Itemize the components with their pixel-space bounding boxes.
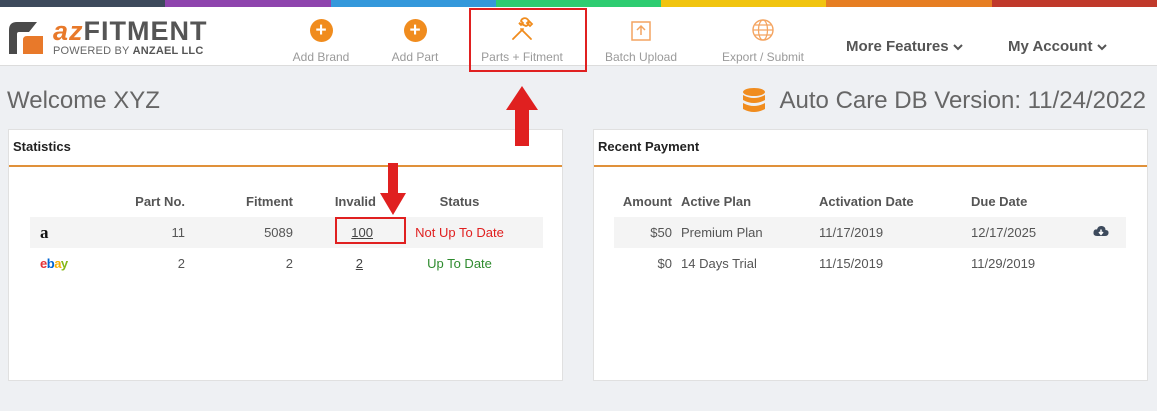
- plan-cell: Premium Plan: [672, 217, 810, 248]
- table-header-row: Part No. Fitment Invalid Status: [30, 185, 543, 217]
- fitment-cell: 2: [285, 256, 293, 271]
- chevron-down-icon: [953, 44, 963, 51]
- part-no-cell: 11: [90, 217, 185, 248]
- chevron-down-icon: [1096, 44, 1107, 51]
- color-segment: [661, 0, 827, 7]
- color-segment: [0, 0, 166, 7]
- amount-cell: $50: [614, 217, 672, 248]
- db-version-label: Auto Care DB Version: 11/24/2022: [779, 87, 1146, 114]
- amazon-logo-icon: a: [40, 222, 49, 242]
- nav-label: Add Brand: [292, 50, 350, 64]
- status-cell: Up To Date: [427, 256, 492, 271]
- table-row: $0 14 Days Trial 11/15/2019 11/29/2019: [614, 248, 1126, 279]
- recent-payment-panel: Recent Payment Amount Active Plan Activa…: [593, 129, 1148, 381]
- highlight-box-invalid: [335, 217, 406, 244]
- menu-label: My Account: [1008, 38, 1093, 55]
- col-header: Amount: [622, 193, 672, 209]
- panel-title: Recent Payment: [594, 130, 1147, 167]
- col-header: Due Date: [971, 193, 1028, 209]
- color-segment: [330, 0, 496, 7]
- db-version: Auto Care DB Version: 11/24/2022: [742, 87, 1146, 115]
- table-row: a 11 5089 100 Not Up To Date: [30, 217, 543, 248]
- color-segment: [826, 0, 992, 7]
- activation-cell: 11/15/2019: [819, 256, 884, 271]
- menu-label: More Features: [846, 38, 949, 55]
- menu-my-account[interactable]: My Account: [1008, 38, 1107, 55]
- welcome-text: Welcome XYZ: [7, 87, 160, 114]
- ebay-logo-icon: ebay: [40, 256, 68, 271]
- globe-icon: [752, 19, 774, 41]
- annotation-arrow-down-icon: [380, 163, 406, 215]
- nav-add-brand[interactable]: + Add Brand: [290, 16, 352, 66]
- col-header: Invalid: [334, 193, 376, 209]
- table-row: $50 Premium Plan 11/17/2019 12/17/2025: [614, 217, 1126, 248]
- logo-wordmark: azFITMENT: [53, 16, 208, 46]
- nav-add-part[interactable]: + Add Part: [387, 16, 443, 66]
- table-header-row: Amount Active Plan Activation Date Due D…: [614, 185, 1126, 217]
- logo[interactable]: azFITMENT POWERED BY ANZAEL LLC: [7, 16, 217, 60]
- menu-more-features[interactable]: More Features: [846, 38, 963, 55]
- top-color-bar: [0, 0, 1157, 7]
- fitment-cell: 5089: [185, 217, 293, 248]
- statistics-table: Part No. Fitment Invalid Status a 11 508…: [30, 185, 543, 279]
- plus-circle-icon: +: [309, 18, 333, 42]
- highlight-box-parts-fitment: [469, 8, 587, 72]
- plan-cell: 14 Days Trial: [681, 256, 757, 271]
- database-icon: [742, 88, 765, 112]
- activation-cell: 11/17/2019: [810, 217, 971, 248]
- due-cell: 11/29/2019: [971, 256, 1036, 271]
- due-cell: 12/17/2025: [971, 217, 1076, 248]
- part-no-cell: 2: [177, 256, 185, 271]
- annotation-arrow-up-icon: [506, 86, 538, 146]
- payment-table: Amount Active Plan Activation Date Due D…: [614, 185, 1126, 279]
- col-header: Activation Date: [819, 193, 914, 209]
- nav-label: Export / Submit: [721, 50, 805, 64]
- logo-mark-icon: [9, 22, 43, 54]
- upload-icon: [631, 21, 651, 41]
- nav-batch-upload[interactable]: Batch Upload: [601, 16, 681, 66]
- invalid-link[interactable]: 2: [356, 256, 363, 271]
- nav-label: Add Part: [391, 50, 439, 64]
- table-row: ebay 2 2 2 Up To Date: [30, 248, 543, 279]
- nav-label: Batch Upload: [604, 50, 678, 64]
- col-header: Active Plan: [681, 193, 752, 209]
- nav-export-submit[interactable]: Export / Submit: [715, 16, 811, 66]
- plus-circle-icon: +: [403, 18, 427, 42]
- statistics-panel: Statistics Part No. Fitment Invalid Stat…: [8, 129, 563, 381]
- col-header: Fitment: [246, 193, 293, 209]
- cloud-download-icon[interactable]: [1093, 225, 1109, 238]
- panel-title: Statistics: [9, 130, 562, 167]
- color-segment: [991, 0, 1157, 7]
- color-segment: [165, 0, 331, 7]
- color-segment: [495, 0, 662, 7]
- col-header: Part No.: [135, 193, 185, 209]
- logo-tagline: POWERED BY ANZAEL LLC: [53, 45, 204, 57]
- amount-cell: $0: [657, 256, 672, 271]
